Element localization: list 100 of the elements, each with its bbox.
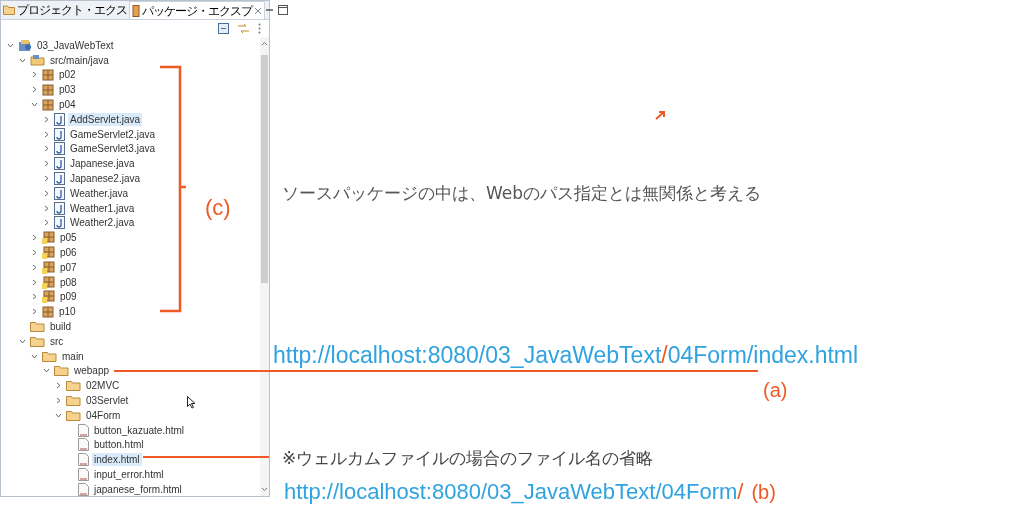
folder-icon [42, 350, 57, 362]
chevron-right-icon[interactable] [43, 219, 50, 227]
collapse-all-icon[interactable] [218, 23, 229, 34]
chevron-right-icon[interactable] [31, 293, 38, 301]
tree-item[interactable]: Weather1.java [68, 201, 137, 215]
tree-item[interactable]: Weather2.java [68, 216, 137, 230]
java-file-icon [54, 157, 65, 171]
url-separator: / [661, 344, 668, 367]
link-icon[interactable] [237, 23, 250, 34]
chevron-down-icon[interactable] [43, 367, 50, 375]
tree-item[interactable]: 03_JavaWebText [35, 38, 116, 52]
annotation-label: (c) [205, 197, 231, 219]
view-menu-icon[interactable] [258, 23, 261, 34]
tree-item[interactable]: AddServlet.java [68, 112, 143, 126]
chevron-right-icon[interactable] [43, 189, 50, 197]
folder-icon [66, 395, 81, 406]
java-file-icon [54, 127, 65, 141]
folder-icon [66, 409, 81, 421]
tree-item[interactable]: GameServlet2.java [68, 127, 158, 141]
tree-item[interactable]: p05 [58, 231, 79, 245]
html-file-icon [78, 438, 89, 452]
java-file-icon [54, 172, 65, 186]
scrollbar[interactable] [260, 37, 269, 496]
folder-icon [3, 5, 15, 15]
tree-item[interactable]: build [48, 320, 74, 334]
chevron-right-icon[interactable] [43, 130, 50, 138]
folder-icon [54, 365, 69, 377]
tree-item[interactable]: p03 [57, 83, 78, 97]
java-file-icon [54, 201, 65, 215]
tree-item[interactable]: src [48, 334, 66, 348]
chevron-right-icon[interactable] [55, 397, 62, 404]
chevron-down-icon[interactable] [19, 337, 26, 345]
html-file-icon [78, 423, 89, 437]
tree-item[interactable]: input_error.html [92, 468, 166, 481]
source-folder-icon [30, 54, 45, 67]
chevron-right-icon[interactable] [43, 175, 50, 183]
tree-item[interactable]: p06 [58, 246, 79, 260]
chevron-right-icon[interactable] [31, 249, 38, 257]
java-file-icon [54, 112, 65, 126]
chevron-right-icon[interactable] [43, 145, 50, 153]
tree-item[interactable]: Japanese2.java [68, 172, 143, 186]
tree-item[interactable]: main [60, 349, 86, 363]
view-tab[interactable]: パッケージ・エクスプ [129, 1, 265, 19]
chevron-down-icon[interactable] [31, 101, 38, 109]
annotation-label: (a) [763, 378, 788, 403]
arrow-mark [655, 111, 665, 120]
cursor-icon [187, 396, 196, 409]
scroll-down-icon[interactable] [261, 486, 268, 492]
tree-item[interactable]: p02 [57, 68, 78, 82]
chevron-right-icon[interactable] [31, 278, 38, 286]
chevron-right-icon[interactable] [31, 263, 38, 271]
tree-item[interactable]: button.html [92, 438, 146, 452]
folder-icon [66, 380, 81, 392]
chevron-right-icon[interactable] [43, 204, 50, 212]
project-icon [18, 38, 32, 52]
tree-item[interactable]: webapp [72, 364, 112, 378]
tree-item[interactable]: p04 [57, 98, 78, 112]
url-separator: / [737, 478, 744, 506]
html-file-icon [78, 453, 89, 467]
html-file-icon [78, 468, 89, 481]
tree-item[interactable]: p07 [58, 260, 79, 274]
tree-item[interactable]: GameServlet3.java [68, 142, 158, 156]
view-tab[interactable]: プロジェクト・エクス [1, 1, 129, 19]
tree-item[interactable]: Japanese.java [68, 157, 137, 171]
tree-item[interactable]: Weather.java [68, 186, 131, 200]
annotation-note: ソースパッケージの中は、Webのパス指定とは無関係と考える [282, 182, 762, 205]
tree-item[interactable]: japanese_form.html [92, 482, 184, 496]
annotation-note: ※ウェルカムファイルの場合のファイル名の省略 [282, 447, 654, 470]
chevron-down-icon[interactable] [19, 56, 26, 64]
tree-item[interactable]: 03Servlet [84, 394, 131, 407]
java-file-icon [54, 216, 65, 230]
chevron-down-icon[interactable] [31, 352, 38, 360]
tree-item[interactable]: p09 [58, 290, 79, 304]
chevron-right-icon[interactable] [31, 234, 38, 242]
folder-icon [30, 335, 45, 347]
tree-item[interactable]: 02MVC [84, 379, 122, 393]
java-file-icon [54, 186, 65, 200]
tree-item[interactable]: p10 [57, 305, 78, 319]
chevron-right-icon[interactable] [31, 86, 38, 94]
tree-item[interactable]: button_kazuate.html [92, 423, 187, 437]
tree-item[interactable]: src/main/java [48, 53, 111, 67]
tree-item[interactable]: index.html [92, 453, 142, 467]
chevron-down-icon[interactable] [55, 411, 62, 419]
chevron-right-icon[interactable] [55, 382, 62, 390]
tree-item[interactable]: p08 [58, 275, 79, 289]
tree-item[interactable]: 04Form [84, 408, 123, 422]
folder-icon [30, 321, 45, 333]
maximize-icon[interactable] [278, 5, 288, 15]
url-text: http://localhost:8080/03_JavaWebText [273, 344, 662, 367]
java-file-icon [54, 142, 65, 156]
chevron-right-icon[interactable] [43, 115, 50, 123]
scroll-up-icon[interactable] [261, 41, 268, 47]
url-text: 04Form/index.html [667, 344, 859, 367]
url-text: http://localhost:8080/03_JavaWebText/04Form [284, 478, 738, 506]
chevron-right-icon[interactable] [31, 308, 38, 316]
close-icon[interactable] [254, 6, 262, 15]
chevron-right-icon[interactable] [31, 71, 38, 79]
chevron-right-icon[interactable] [43, 160, 50, 168]
annotation-label: (b) [751, 480, 776, 505]
chevron-down-icon[interactable] [7, 41, 14, 49]
